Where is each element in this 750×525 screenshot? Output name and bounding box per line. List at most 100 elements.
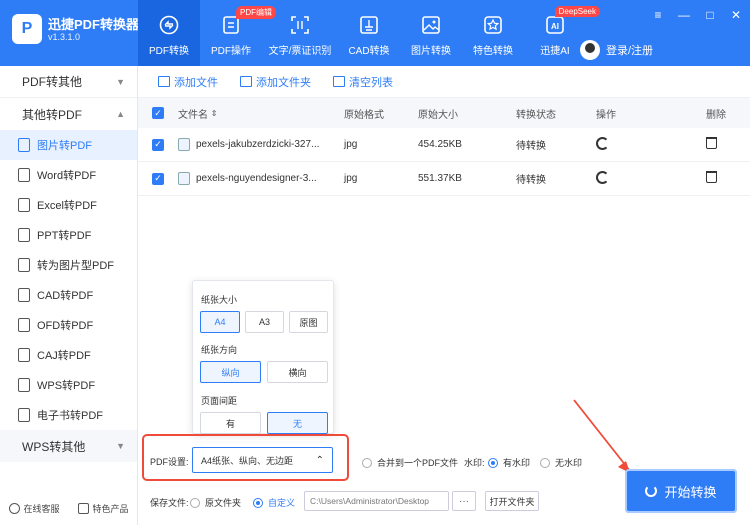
cad-icon	[358, 14, 380, 36]
online-support-link[interactable]: 在线客服	[9, 502, 60, 515]
chevron-up-icon: ⌃	[315, 454, 324, 466]
featured-products-link[interactable]: 特色产品	[78, 502, 129, 515]
sidebar-group-other-to-pdf[interactable]: 其他转PDF ▲	[0, 98, 137, 130]
refresh-icon	[596, 170, 609, 184]
online-support-label: 在线客服	[23, 504, 60, 514]
margin-off-option[interactable]: 无	[267, 412, 328, 434]
image-icon	[420, 14, 442, 36]
sidebar-item-excel-to-pdf[interactable]: Excel转PDF	[0, 190, 137, 220]
pdf-convert-icon	[158, 14, 180, 36]
file-format: jpg	[344, 139, 358, 150]
chevron-down-icon: ▼	[116, 441, 125, 451]
menu-icon[interactable]: ≡	[652, 8, 664, 22]
nav-pdf-convert[interactable]: PDF转换	[138, 0, 200, 66]
sidebar-item-word-to-pdf[interactable]: Word转PDF	[0, 160, 137, 190]
watermark-label-text: 水印:	[464, 458, 485, 468]
deepseek-badge: DeepSeek	[554, 6, 600, 17]
refresh-button[interactable]	[596, 170, 609, 187]
close-button[interactable]: ✕	[730, 8, 742, 22]
file-name-label: pexels-jakubzerdzicki-327...	[196, 139, 320, 150]
sidebar-item-ebook-to-pdf[interactable]: 电子书转PDF	[0, 400, 137, 430]
sidebar-item-caj-to-pdf[interactable]: CAJ转PDF	[0, 340, 137, 370]
avatar	[580, 40, 600, 60]
add-folder-label: 添加文件夹	[256, 76, 311, 89]
browse-button[interactable]: ···	[452, 491, 476, 511]
minimize-button[interactable]: —	[678, 8, 690, 22]
add-file-icon	[158, 76, 170, 87]
nav-ai[interactable]: AI 迅捷AI DeepSeek	[524, 0, 600, 66]
watermark-on-label: 有水印	[503, 458, 531, 468]
row-checkbox[interactable]: ✓	[152, 138, 164, 151]
delete-button[interactable]	[706, 171, 717, 186]
sidebar-item-ppt-to-pdf[interactable]: PPT转PDF	[0, 220, 137, 250]
margin-label: 页面间距	[201, 396, 238, 406]
trash-icon	[706, 137, 717, 149]
nav-image[interactable]: 图片转换	[400, 0, 462, 66]
add-folder-button[interactable]: 添加文件夹	[240, 74, 311, 90]
file-status: 待转换	[516, 175, 546, 186]
clear-icon	[333, 76, 345, 87]
file-format: jpg	[344, 173, 358, 184]
refresh-button[interactable]	[596, 136, 609, 153]
special-icon	[482, 14, 504, 36]
header-delete: 删除	[706, 109, 726, 121]
check-icon: ✓	[152, 172, 164, 185]
table-row[interactable]: ✓ pexels-jakubzerdzicki-327... jpg 454.2…	[138, 128, 750, 162]
paper-a4-option[interactable]: A4	[200, 311, 240, 333]
table-header: ✓ 文件名 ⇕ 原始格式 原始大小 转换状态 操作 删除	[138, 98, 750, 128]
sidebar-item-image-pdf[interactable]: 转为图片型PDF	[0, 250, 137, 280]
watermark-on-option[interactable]: 有水印	[488, 456, 530, 469]
sidebar-group-pdf-to-other[interactable]: PDF转其他 ▼	[0, 66, 137, 98]
nav-pdf-operate[interactable]: PDF操作 PDF编辑	[200, 0, 276, 66]
add-file-button[interactable]: 添加文件	[158, 74, 218, 90]
clear-list-button[interactable]: 清空列表	[333, 74, 393, 90]
image-pdf-icon	[18, 258, 30, 272]
pdf-settings-popup: 纸张大小 A4 A3 原图 纸张方向 纵向 横向 页面间距 有 无	[192, 280, 334, 434]
table-row[interactable]: ✓ pexels-nguyendesigner-3... jpg 551.37K…	[138, 162, 750, 196]
app-logo: P	[12, 14, 42, 44]
sidebar-group-wps-to-other[interactable]: WPS转其他 ▼	[0, 430, 137, 462]
delete-button[interactable]	[706, 137, 717, 152]
nav-special[interactable]: 特色转换	[462, 0, 524, 66]
save-custom-option[interactable]: 自定义	[253, 496, 295, 509]
save-path-input[interactable]: C:\Users\Administrator\Desktop	[304, 491, 449, 511]
start-convert-label: 开始转换	[664, 484, 717, 500]
group-label: 其他转PDF	[22, 107, 83, 122]
nav-ocr[interactable]: 文字/票证识别	[262, 0, 338, 66]
trash-icon	[706, 171, 717, 183]
clear-list-label: 清空列表	[349, 76, 393, 89]
login-area[interactable]: 登录/注册	[580, 40, 653, 60]
open-folder-button[interactable]: 打开文件夹	[485, 491, 539, 511]
image-file-icon	[18, 138, 30, 152]
convert-icon	[645, 485, 658, 497]
header-filename[interactable]: 文件名 ⇕	[178, 106, 217, 121]
ppt-file-icon	[18, 228, 30, 242]
start-convert-button[interactable]: 开始转换	[625, 469, 737, 513]
margin-on-option[interactable]: 有	[200, 412, 261, 434]
merge-option[interactable]: 合并到一个PDF文件	[362, 456, 458, 469]
paper-a3-option[interactable]: A3	[245, 311, 284, 333]
maximize-button[interactable]: □	[704, 8, 716, 22]
watermark-label: 水印:	[464, 456, 485, 469]
nav-cad[interactable]: CAD转换	[338, 0, 400, 66]
paper-original-option[interactable]: 原图	[289, 311, 328, 333]
save-original-option[interactable]: 原文件夹	[190, 496, 241, 509]
sidebar-item-label: 电子书转PDF	[37, 410, 103, 422]
header-status: 转换状态	[516, 109, 556, 121]
pdf-settings-select[interactable]: A4纸张、纵向、无边距 ⌃	[192, 447, 333, 473]
sidebar-item-ofd-to-pdf[interactable]: OFD转PDF	[0, 310, 137, 340]
nav-label: CAD转换	[348, 46, 390, 57]
select-all-checkbox[interactable]: ✓	[152, 107, 164, 119]
save-custom-label: 自定义	[268, 498, 296, 508]
sidebar-item-wps-to-pdf[interactable]: WPS转PDF	[0, 370, 137, 400]
landscape-option[interactable]: 横向	[267, 361, 328, 383]
sidebar-item-cad-to-pdf[interactable]: CAD转PDF	[0, 280, 137, 310]
sidebar-item-label: Excel转PDF	[37, 200, 97, 212]
caj-file-icon	[18, 348, 30, 362]
portrait-option[interactable]: 纵向	[200, 361, 261, 383]
sidebar-item-image-to-pdf[interactable]: 图片转PDF	[0, 130, 137, 160]
pdf-settings-value: A4纸张、纵向、无边距	[201, 455, 294, 466]
row-checkbox[interactable]: ✓	[152, 172, 164, 185]
file-size: 454.25KB	[418, 139, 462, 150]
chevron-up-icon: ▲	[116, 109, 125, 119]
